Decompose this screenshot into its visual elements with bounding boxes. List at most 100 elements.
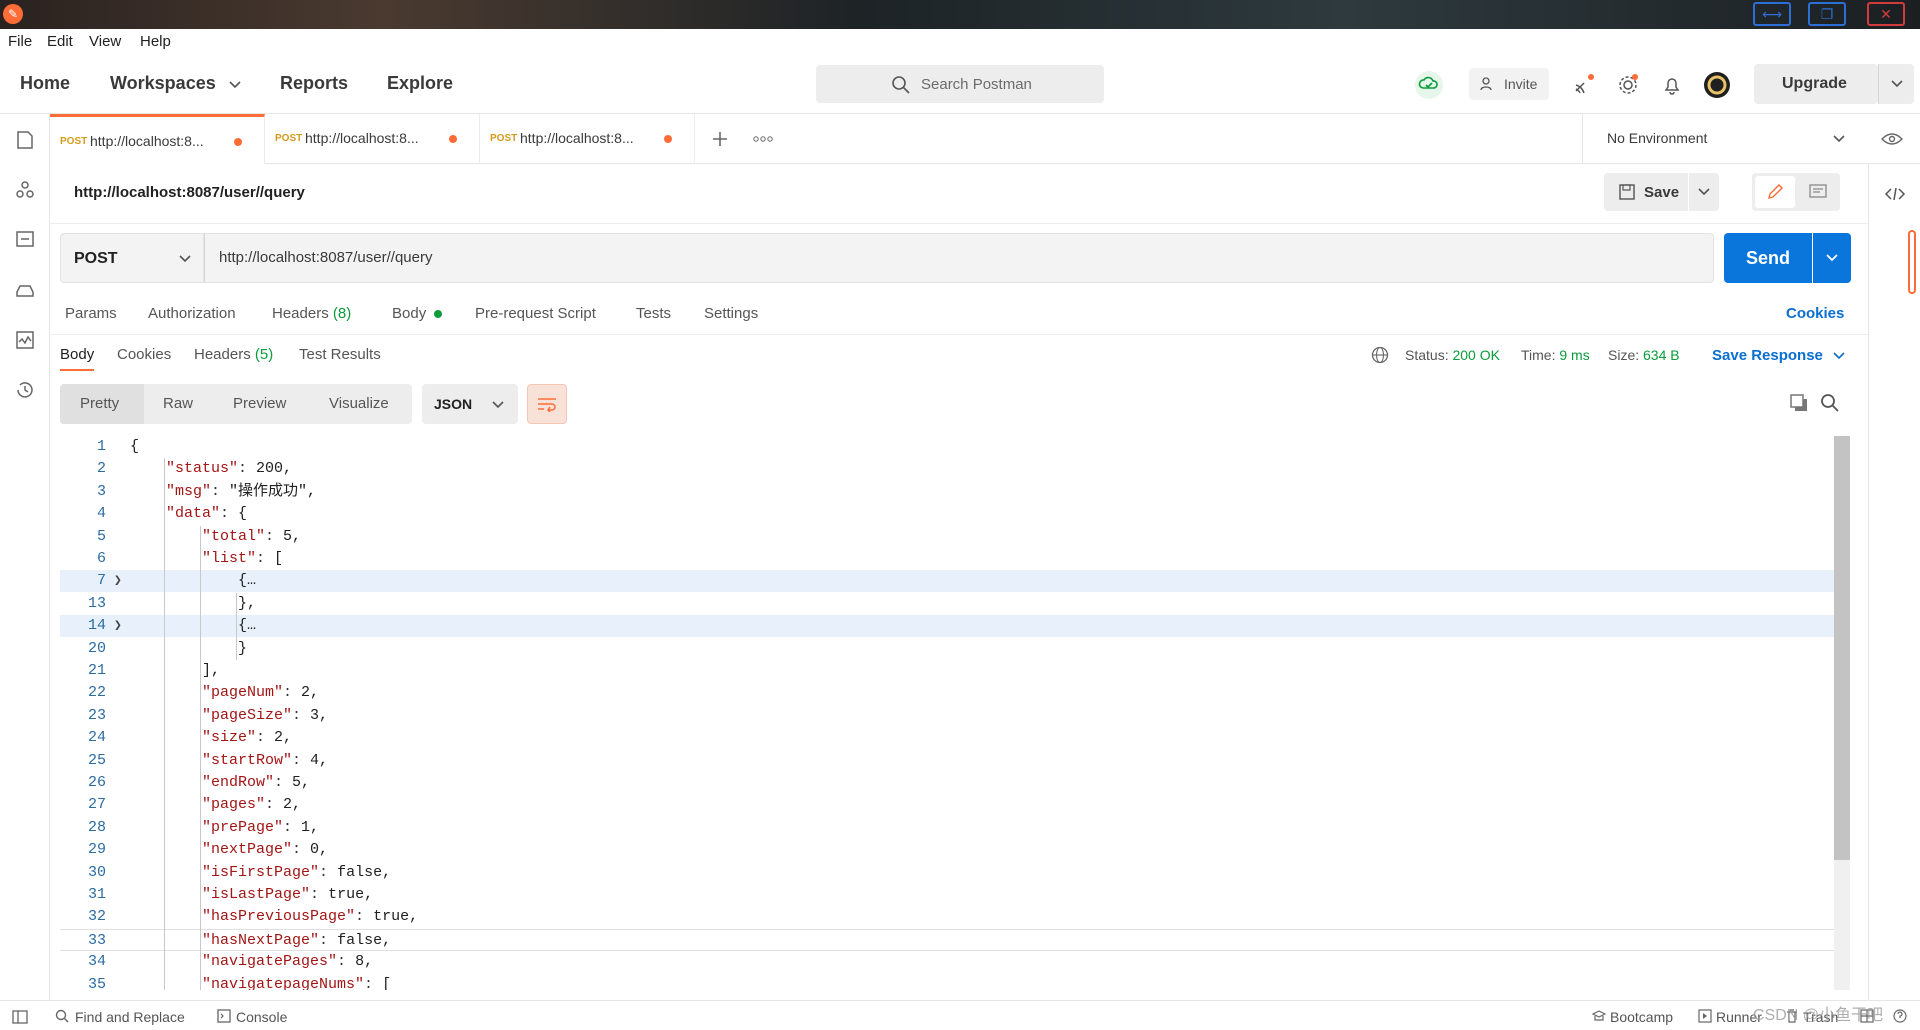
view-preview-button[interactable]: Preview bbox=[233, 395, 286, 412]
response-headers-label: Headers bbox=[194, 346, 251, 363]
gear-icon[interactable] bbox=[1614, 71, 1642, 99]
view-visualize-button[interactable]: Visualize bbox=[329, 395, 389, 412]
body-indicator-dot-icon bbox=[434, 310, 443, 319]
fold-chevron-right-icon[interactable]: ❯ bbox=[114, 615, 122, 637]
search-input[interactable]: Search Postman bbox=[816, 65, 1104, 103]
tab-authorization[interactable]: Authorization bbox=[148, 305, 236, 322]
chevron-down-icon bbox=[1826, 254, 1838, 262]
cookies-link[interactable]: Cookies bbox=[1786, 305, 1844, 322]
view-pretty-label[interactable]: Pretty bbox=[80, 395, 119, 412]
minimize-window-button[interactable]: ⟷ bbox=[1753, 2, 1791, 26]
environment-selector[interactable]: No Environment bbox=[1582, 114, 1920, 164]
monitors-icon[interactable] bbox=[13, 328, 37, 352]
find-replace-button[interactable]: Find and Replace bbox=[75, 1009, 185, 1025]
line-number: 2 bbox=[96, 460, 106, 478]
bell-icon[interactable] bbox=[1658, 71, 1686, 99]
invite-label: Invite bbox=[1504, 76, 1538, 92]
response-tab-test-results[interactable]: Test Results bbox=[299, 346, 381, 363]
top-header: Home Workspaces Reports Explore Search P… bbox=[0, 55, 1920, 114]
line-number: 21 bbox=[87, 662, 106, 679]
tab-prerequest-script[interactable]: Pre-request Script bbox=[475, 305, 596, 322]
request-tabs-bar: POST http://localhost:8... POST http://l… bbox=[50, 114, 1582, 164]
code-line: 31 "isLastPage": true, bbox=[60, 884, 1850, 906]
response-time: Time: 9 ms bbox=[1521, 347, 1590, 363]
globe-icon[interactable] bbox=[1371, 346, 1389, 364]
chevron-down-icon bbox=[1698, 188, 1710, 196]
editor-scrollbar-thumb[interactable] bbox=[1834, 436, 1850, 860]
help-icon[interactable] bbox=[1893, 1009, 1907, 1023]
history-icon[interactable] bbox=[13, 378, 37, 402]
code-text: "prePage": 1, bbox=[202, 818, 320, 836]
apis-icon[interactable] bbox=[13, 178, 37, 202]
save-button[interactable]: Save bbox=[1604, 173, 1688, 211]
collections-icon[interactable] bbox=[13, 128, 37, 152]
bootcamp-button[interactable]: Bootcamp bbox=[1610, 1009, 1673, 1025]
fold-chevron-right-icon[interactable]: ❯ bbox=[114, 570, 122, 592]
cloud-sync-icon[interactable] bbox=[1415, 71, 1443, 99]
edit-button[interactable] bbox=[1755, 176, 1795, 208]
request-tab-1[interactable]: POST http://localhost:8... bbox=[50, 114, 265, 164]
comment-icon[interactable] bbox=[1808, 183, 1828, 201]
method-select[interactable]: POST bbox=[60, 233, 204, 283]
send-options-button[interactable] bbox=[1813, 233, 1851, 283]
code-line: 4 "data": { bbox=[60, 503, 1850, 525]
copy-icon[interactable] bbox=[1788, 392, 1810, 414]
tab-url: http://localhost:8... bbox=[305, 130, 419, 146]
console-button[interactable]: Console bbox=[236, 1009, 287, 1025]
nav-reports[interactable]: Reports bbox=[280, 73, 348, 94]
save-options-button[interactable] bbox=[1689, 173, 1719, 211]
edit-mode-toggle bbox=[1752, 173, 1840, 211]
wrap-lines-button[interactable] bbox=[527, 384, 567, 424]
tab-settings[interactable]: Settings bbox=[704, 305, 758, 322]
nav-explore[interactable]: Explore bbox=[387, 73, 453, 94]
send-button[interactable]: Send bbox=[1724, 233, 1812, 283]
tab-method: POST bbox=[490, 133, 518, 144]
menu-view[interactable]: View bbox=[89, 33, 121, 50]
search-icon bbox=[55, 1009, 69, 1023]
response-tab-headers[interactable]: Headers (5) bbox=[194, 346, 273, 363]
headers-count: (8) bbox=[332, 305, 352, 322]
avatar[interactable] bbox=[1703, 71, 1731, 99]
request-tab-2[interactable]: POST http://localhost:8... bbox=[265, 114, 480, 164]
search-icon[interactable] bbox=[1819, 392, 1841, 414]
environments-icon[interactable] bbox=[13, 228, 37, 252]
nav-workspaces[interactable]: Workspaces bbox=[110, 73, 241, 94]
line-number: 22 bbox=[87, 684, 106, 702]
tab-headers[interactable]: Headers (8) bbox=[272, 305, 351, 322]
code-line: 22 "pageNum": 2, bbox=[60, 682, 1850, 704]
code-text: "hasNextPage": false, bbox=[202, 931, 392, 949]
response-tab-cookies[interactable]: Cookies bbox=[117, 346, 171, 363]
sidebar-toggle-icon[interactable] bbox=[12, 1010, 28, 1024]
code-icon[interactable] bbox=[1884, 186, 1906, 202]
mock-servers-icon[interactable] bbox=[13, 278, 37, 302]
runner-icon bbox=[1698, 1009, 1712, 1023]
right-rail-scrollbar[interactable] bbox=[1908, 230, 1916, 294]
code-line: 27 "pages": 2, bbox=[60, 794, 1850, 816]
response-tab-body[interactable]: Body bbox=[60, 346, 95, 371]
save-response-button[interactable]: Save Response bbox=[1712, 347, 1845, 364]
restore-window-button[interactable]: ❐ bbox=[1808, 2, 1846, 26]
invite-button[interactable]: Invite bbox=[1469, 68, 1549, 100]
tab-tests[interactable]: Tests bbox=[636, 305, 671, 322]
eye-icon[interactable] bbox=[1881, 132, 1903, 146]
upgrade-button[interactable]: Upgrade bbox=[1754, 64, 1878, 104]
menu-file[interactable]: File bbox=[8, 33, 32, 50]
upgrade-menu-button[interactable] bbox=[1878, 64, 1914, 104]
more-tabs-icon[interactable] bbox=[752, 134, 774, 144]
response-status: Status: 200 OK bbox=[1405, 347, 1500, 363]
request-tab-3[interactable]: POST http://localhost:8... bbox=[480, 114, 695, 164]
menu-edit[interactable]: Edit bbox=[47, 33, 73, 50]
nav-home[interactable]: Home bbox=[20, 73, 70, 94]
format-select[interactable]: JSON bbox=[422, 384, 518, 424]
code-text: "data": { bbox=[166, 505, 248, 523]
url-input[interactable]: http://localhost:8087/user//query bbox=[204, 233, 1714, 283]
response-body-editor[interactable]: 1{2 "status": 200, 3 "msg": "操作成功", 4 "dat… bbox=[60, 436, 1852, 990]
menu-help[interactable]: Help bbox=[140, 33, 171, 50]
satellite-icon[interactable] bbox=[1570, 71, 1598, 99]
new-tab-plus-icon[interactable] bbox=[710, 129, 730, 149]
code-text: "pageNum": 2, bbox=[202, 684, 320, 702]
view-raw-button[interactable]: Raw bbox=[163, 395, 193, 412]
tab-body[interactable]: Body bbox=[392, 305, 443, 322]
close-window-button[interactable]: ✕ bbox=[1867, 2, 1905, 26]
tab-params[interactable]: Params bbox=[65, 305, 117, 322]
